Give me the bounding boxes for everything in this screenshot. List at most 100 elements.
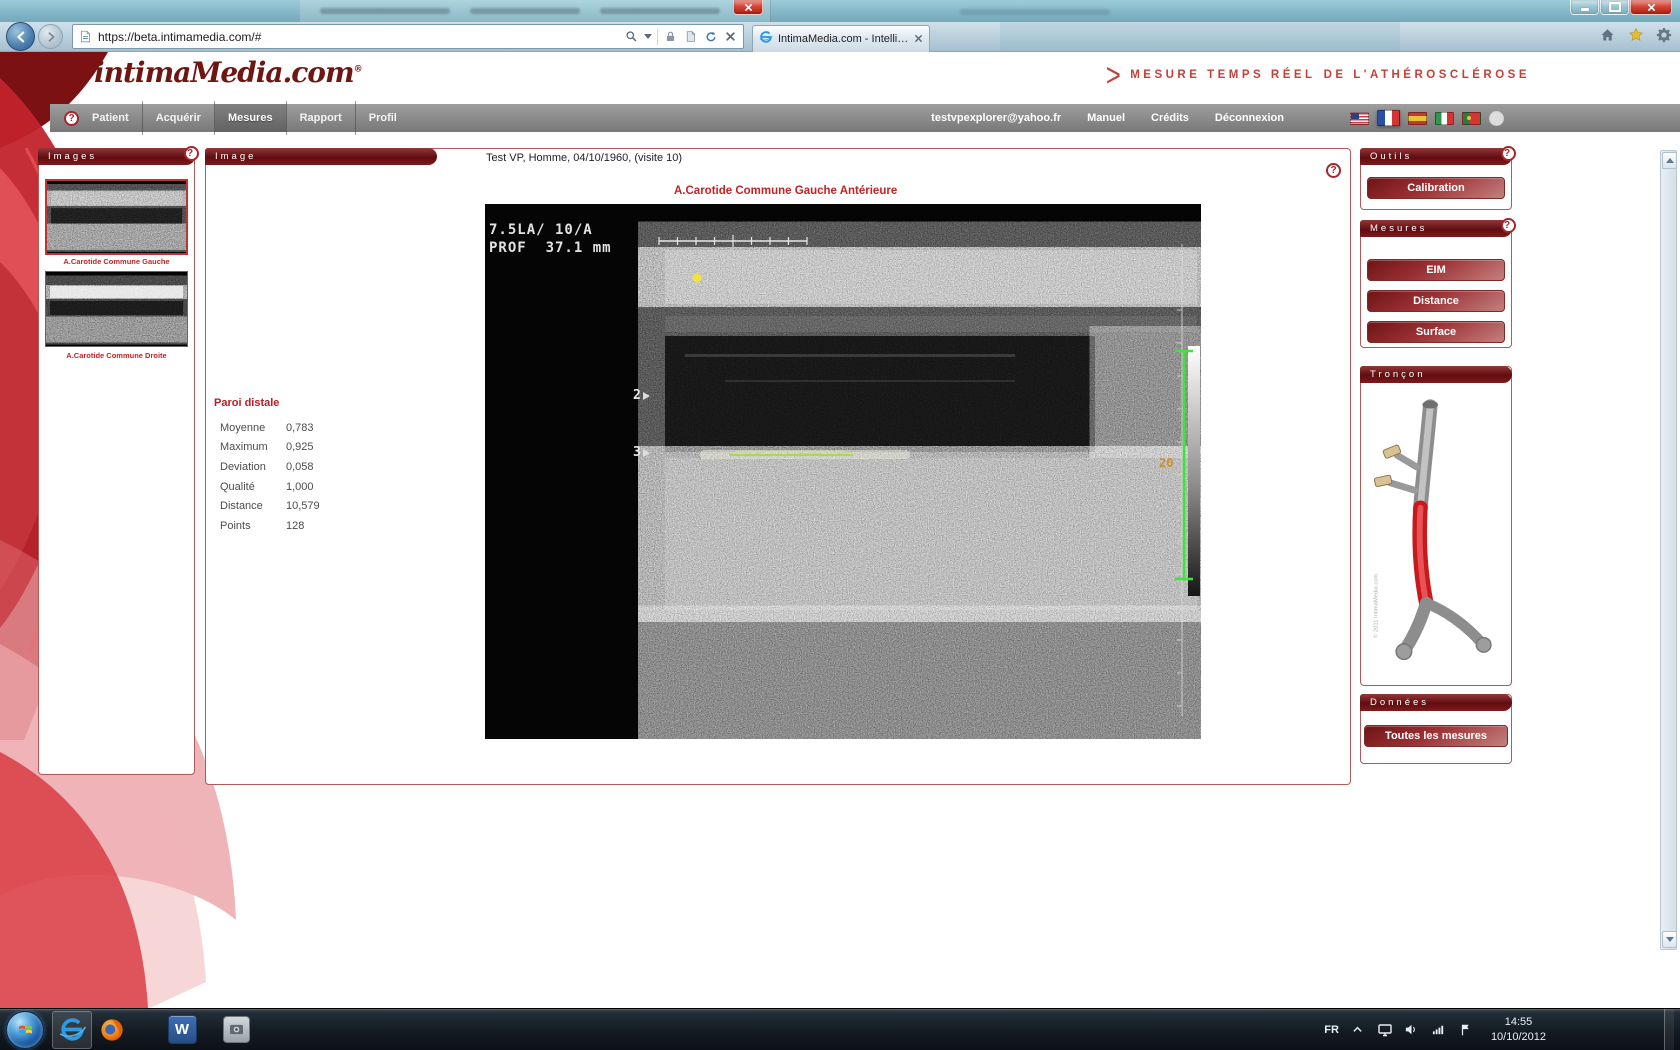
troncon-panel: Tronçon © 2011 In	[1360, 366, 1512, 686]
depth-scale-label: 20	[1159, 456, 1173, 470]
language-indicator[interactable]: FR	[1324, 1024, 1339, 1036]
forward-button[interactable]	[38, 24, 63, 49]
background-window-close-button[interactable]	[733, 0, 763, 15]
scroll-down-button[interactable]	[1662, 931, 1677, 948]
background-text-smudge	[470, 8, 580, 14]
registered-mark: ®	[354, 65, 362, 75]
nav-item-acquerir[interactable]: Acquérir	[143, 104, 214, 132]
firefox-icon	[99, 1017, 125, 1043]
distance-button[interactable]: Distance	[1367, 290, 1505, 312]
tab-title: IntimaMedia.com - Intellig...	[778, 33, 909, 45]
network-icon[interactable]	[1431, 1022, 1447, 1038]
flag-fr[interactable]	[1377, 110, 1400, 126]
nav-item-mesures[interactable]: Mesures	[215, 104, 286, 132]
carotid-segment-diagram[interactable]: © 2011 IntimaMedia.com	[1366, 393, 1506, 675]
logo-text: intimaMedia.com	[94, 56, 354, 89]
taskbar: W FR 14:55 10	[0, 1008, 1680, 1050]
lock-icon[interactable]	[663, 29, 678, 44]
address-dropdown-icon[interactable]	[644, 34, 652, 39]
maximize-button[interactable]	[1600, 0, 1629, 15]
stop-icon[interactable]	[723, 29, 738, 44]
site-logo[interactable]: intimaMedia.com®	[94, 56, 362, 89]
credits-link[interactable]: Crédits	[1151, 112, 1189, 124]
scroll-up-button[interactable]	[1662, 152, 1677, 169]
search-icon[interactable]	[624, 29, 639, 44]
stat-value: 0,783	[286, 422, 362, 434]
desktop-screen: https://beta.intimamedia.com/# I	[0, 0, 1680, 1050]
start-button[interactable]	[6, 1011, 44, 1049]
internet-explorer-icon	[59, 1016, 86, 1043]
eim-button[interactable]: EIM	[1367, 259, 1505, 281]
browser-command-icons	[1599, 27, 1672, 48]
home-icon[interactable]	[1599, 27, 1616, 48]
toutes-les-mesures-button[interactable]: Toutes les mesures	[1364, 725, 1508, 747]
donnees-title: Données	[1370, 697, 1429, 708]
taskbar-ie-button[interactable]	[52, 1011, 92, 1049]
deconnexion-link[interactable]: Déconnexion	[1215, 112, 1284, 124]
language-flags	[1350, 110, 1504, 126]
taskbar-clock[interactable]: 14:55 10/10/2012	[1491, 1015, 1546, 1045]
thumbnail-label: A.Carotide Commune Gauche	[39, 257, 194, 266]
image-help-icon[interactable]: ?	[1326, 163, 1341, 178]
marker-3-label: 3	[633, 445, 641, 460]
mesures-panel: Mesures ? EIM Distance Surface	[1360, 220, 1512, 348]
marker-arrow-icon	[643, 392, 650, 400]
stat-label: Deviation	[212, 461, 286, 473]
action-center-flag-icon[interactable]	[1458, 1022, 1474, 1038]
stat-value: 0,058	[286, 461, 362, 473]
measurement-stats: Paroi distale Moyenne0,783 Maximum0,925 …	[212, 397, 362, 536]
images-panel: Images ? A.Carotide Commune Gauche	[38, 148, 195, 775]
nav-item-patient[interactable]: Patient	[79, 104, 142, 132]
outils-help-icon[interactable]: ?	[1501, 146, 1516, 161]
images-help-icon[interactable]: ?	[184, 146, 199, 161]
stat-row: Distance10,579	[212, 496, 362, 516]
refresh-icon[interactable]	[703, 29, 718, 44]
volume-icon[interactable]	[1404, 1022, 1420, 1038]
user-email: testvpexplorer@yahoo.fr	[931, 112, 1061, 124]
hidden-icons-chevron[interactable]	[1350, 1022, 1366, 1038]
stat-row: Moyenne0,783	[212, 418, 362, 438]
address-bar[interactable]: https://beta.intimamedia.com/#	[72, 24, 744, 49]
main-navigation-bar: ? Patient Acquérir Mesures Rapport Profi…	[50, 104, 1680, 132]
mesures-help-icon[interactable]: ?	[1501, 218, 1516, 233]
donnees-panel-header: Données	[1360, 694, 1512, 711]
depth-overlay: PROF 37.1 mm	[489, 240, 612, 256]
compatibility-view-icon[interactable]	[683, 29, 698, 44]
minimize-icon	[1581, 8, 1589, 11]
stat-label: Qualité	[212, 481, 286, 493]
calibration-button[interactable]: Calibration	[1367, 177, 1505, 199]
close-button[interactable]	[1630, 0, 1672, 15]
nav-item-profil[interactable]: Profil	[356, 104, 410, 132]
url-text[interactable]: https://beta.intimamedia.com/#	[98, 30, 619, 44]
nav-help-icon[interactable]: ?	[64, 111, 79, 126]
stat-row: Maximum0,925	[212, 438, 362, 458]
chevron-icon: >	[1105, 60, 1120, 90]
back-button[interactable]	[6, 22, 35, 51]
ultrasound-render	[485, 204, 1201, 739]
display-icon[interactable]	[1377, 1022, 1393, 1038]
flag-us[interactable]	[1350, 112, 1369, 125]
taskbar-utility-button[interactable]	[216, 1011, 256, 1049]
thumbnail-carotide-droite[interactable]	[45, 271, 188, 347]
ultrasound-image[interactable]: 7.5LA/ 10/A PROF 37.1 mm 2 3 20	[485, 204, 1201, 739]
thumbnail-carotide-gauche[interactable]	[45, 179, 188, 255]
flag-it[interactable]	[1435, 112, 1454, 125]
image-panel: Image Test VP, Homme, 04/10/1960, (visit…	[205, 148, 1351, 785]
flag-pt[interactable]	[1462, 112, 1481, 125]
nav-item-rapport[interactable]: Rapport	[287, 104, 355, 132]
marker-arrow-icon	[643, 449, 650, 457]
minimize-button[interactable]	[1570, 0, 1599, 15]
vertical-scrollbar[interactable]	[1660, 150, 1677, 950]
favorites-star-icon[interactable]	[1628, 27, 1644, 48]
stat-value: 1,000	[286, 481, 362, 493]
manuel-link[interactable]: Manuel	[1087, 112, 1125, 124]
surface-button[interactable]: Surface	[1367, 321, 1505, 343]
tab-close-icon[interactable]	[914, 30, 923, 48]
show-desktop-button[interactable]	[1664, 1009, 1674, 1050]
system-tray: FR 14:55 10/10/2012	[1324, 1015, 1664, 1045]
browser-tab[interactable]: IntimaMedia.com - Intellig...	[752, 25, 930, 52]
taskbar-word-button[interactable]: W	[162, 1011, 202, 1049]
tools-gear-icon[interactable]	[1656, 27, 1672, 48]
taskbar-firefox-button[interactable]	[92, 1011, 132, 1049]
flag-es[interactable]	[1408, 112, 1427, 125]
